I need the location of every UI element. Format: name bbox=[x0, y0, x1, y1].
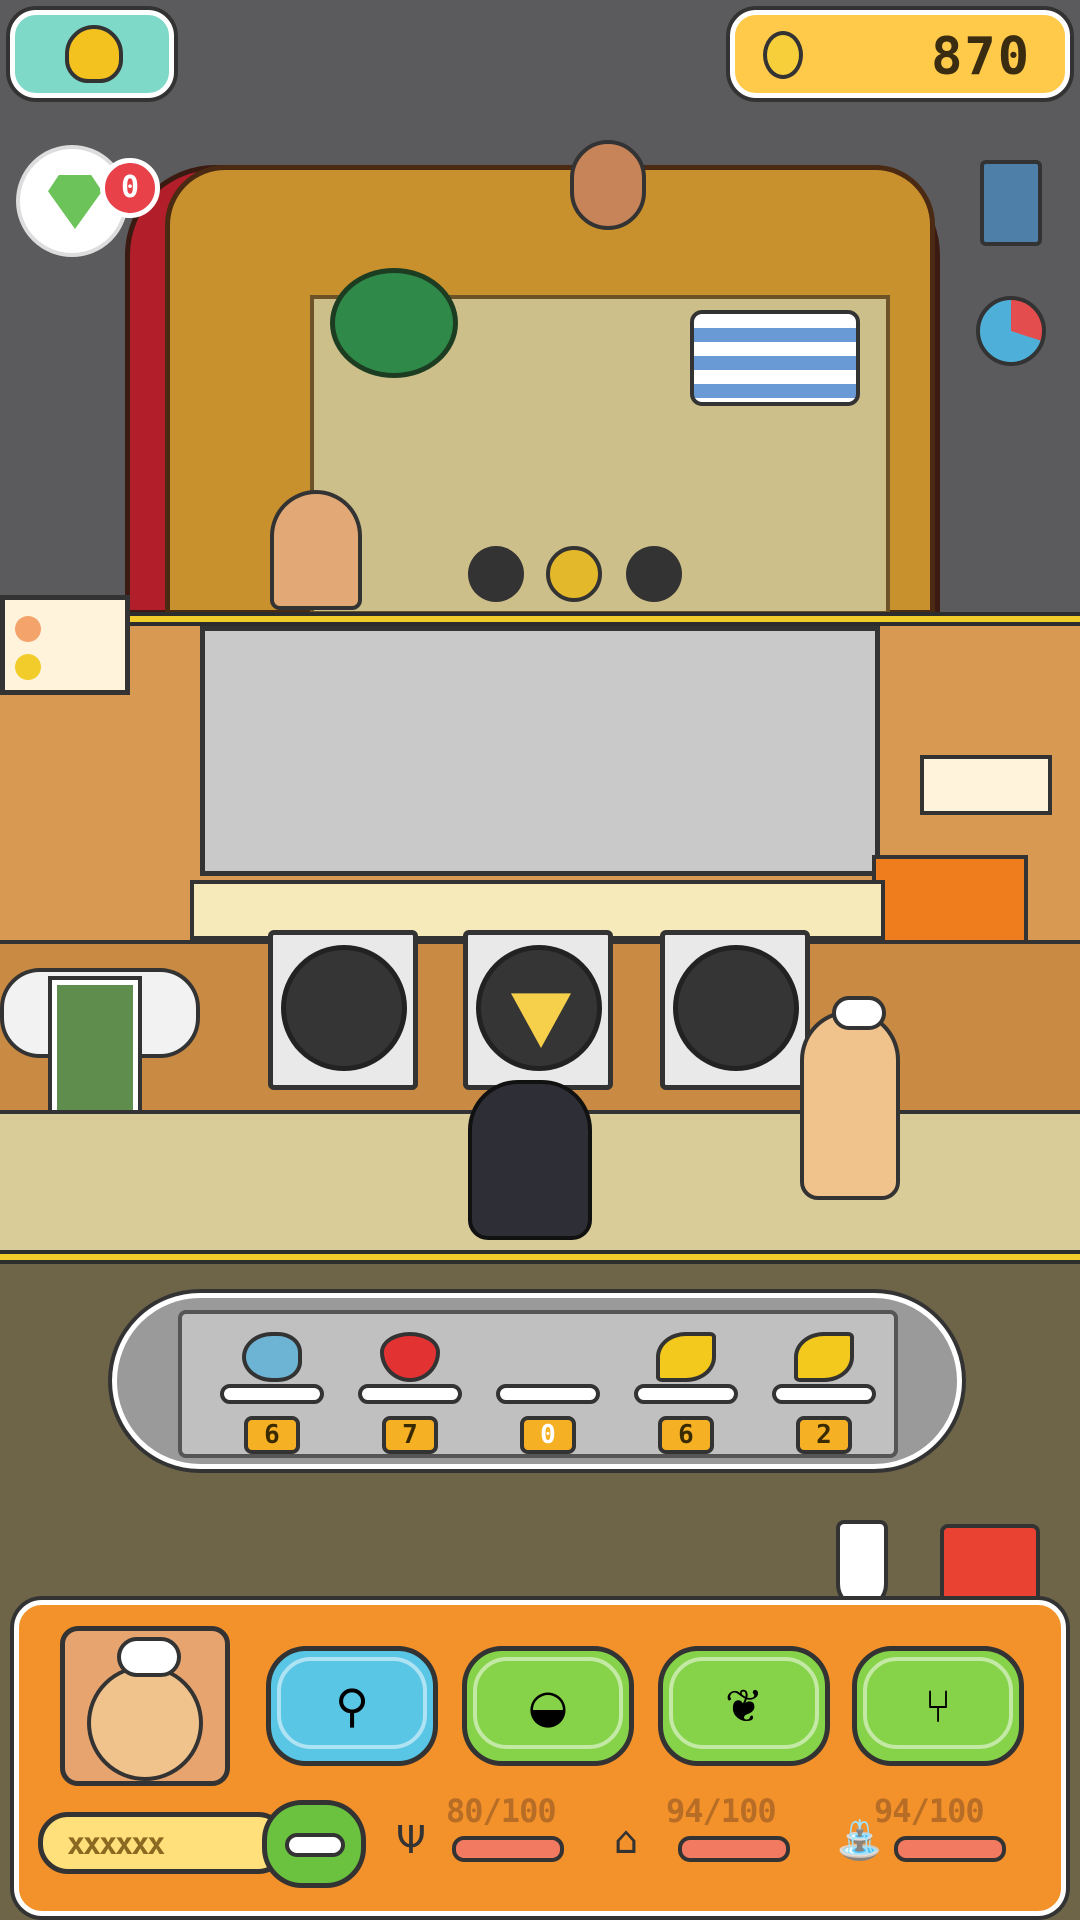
shovel-icon[interactable] bbox=[836, 1520, 888, 1610]
energy-value: 94/100 bbox=[666, 1792, 777, 1830]
hunger-icon: Ψ bbox=[396, 1818, 426, 1862]
whisk-button[interactable]: ⚲ bbox=[266, 1646, 438, 1766]
banana-icon bbox=[656, 1332, 716, 1382]
gold-sack-icon bbox=[65, 25, 123, 83]
menu-book-icon[interactable] bbox=[980, 160, 1042, 246]
hygiene-value: 94/100 bbox=[874, 1792, 985, 1830]
stove-2[interactable] bbox=[463, 930, 613, 1090]
chef-portrait[interactable] bbox=[60, 1626, 230, 1786]
utensils-button[interactable]: ⑂ bbox=[852, 1646, 1024, 1766]
pan bbox=[673, 945, 799, 1071]
ingredient-count: 2 bbox=[796, 1416, 852, 1454]
bone-button[interactable] bbox=[262, 1800, 366, 1888]
bone-icon bbox=[285, 1833, 345, 1857]
strawberry-icon bbox=[380, 1332, 440, 1382]
xp-bar: xxxxxx bbox=[38, 1812, 288, 1874]
ingredient-count: 6 bbox=[658, 1416, 714, 1454]
ingredient-count: 6 bbox=[244, 1416, 300, 1454]
stove-3[interactable] bbox=[660, 930, 810, 1090]
chef-hat-icon bbox=[117, 1637, 181, 1677]
fruit-button[interactable]: ❦ bbox=[658, 1646, 830, 1766]
towel bbox=[690, 310, 860, 406]
divider-stripe bbox=[0, 1250, 1080, 1264]
chef-hat-icon bbox=[832, 996, 886, 1030]
crepe-icon bbox=[511, 993, 571, 1048]
recipe-sign[interactable] bbox=[0, 595, 130, 695]
bucket bbox=[330, 268, 458, 378]
fruit-icon: ❦ bbox=[724, 1679, 764, 1733]
chef-face bbox=[87, 1665, 203, 1781]
knife-holder bbox=[920, 755, 1052, 815]
whisk-icon: ⚲ bbox=[335, 1679, 369, 1733]
stove-1[interactable] bbox=[268, 930, 418, 1090]
gem-icon bbox=[48, 175, 102, 229]
utensil-rack bbox=[0, 805, 135, 905]
hunger-value: 80/100 bbox=[446, 1792, 557, 1830]
ingredient-count: 0 bbox=[520, 1416, 576, 1454]
ingredient-slot[interactable]: 6 bbox=[220, 1322, 324, 1454]
banana-icon bbox=[794, 1332, 854, 1382]
xp-text: xxxxxx bbox=[67, 1827, 165, 1862]
ingredient-slot[interactable]: 0 bbox=[496, 1322, 600, 1454]
toolbox-icon[interactable] bbox=[940, 1524, 1040, 1606]
truck-burner bbox=[626, 546, 682, 602]
gold-sack-button[interactable] bbox=[10, 10, 174, 98]
recipe-icon bbox=[15, 616, 41, 642]
pan bbox=[476, 945, 602, 1071]
ingredient-count: 7 bbox=[382, 1416, 438, 1454]
notification-badge: 0 bbox=[100, 158, 160, 218]
customer bbox=[570, 140, 646, 230]
customer bbox=[270, 490, 362, 610]
energy-bar bbox=[678, 1836, 790, 1862]
coin-value: 870 bbox=[931, 27, 1031, 87]
recipe-icon bbox=[15, 654, 41, 680]
truck-burner bbox=[546, 546, 602, 602]
customer-dog bbox=[468, 1080, 592, 1240]
chef-dog[interactable] bbox=[800, 1010, 900, 1200]
coin-counter: 870 bbox=[730, 10, 1070, 98]
ingredient-slot[interactable]: 7 bbox=[358, 1322, 462, 1454]
pie-chart-icon[interactable] bbox=[976, 296, 1046, 366]
plate bbox=[358, 1384, 462, 1404]
pan bbox=[281, 945, 407, 1071]
fish-icon bbox=[242, 1332, 302, 1382]
ingredient-slot[interactable]: 6 bbox=[634, 1322, 738, 1454]
ingredient-slot[interactable]: 2 bbox=[772, 1322, 876, 1454]
crepe-icon: ◒ bbox=[527, 1679, 569, 1733]
bed-icon: ⌂ bbox=[614, 1818, 639, 1862]
plate bbox=[496, 1384, 600, 1404]
utensils-icon: ⑂ bbox=[924, 1679, 952, 1733]
hygiene-bar bbox=[894, 1836, 1006, 1862]
plate bbox=[220, 1384, 324, 1404]
crepe-button[interactable]: ◒ bbox=[462, 1646, 634, 1766]
truck-burner bbox=[468, 546, 524, 602]
plate bbox=[634, 1384, 738, 1404]
divider-stripe bbox=[0, 612, 1080, 626]
window-view bbox=[200, 626, 880, 876]
hunger-bar bbox=[452, 1836, 564, 1862]
coin-icon bbox=[763, 31, 803, 79]
plate bbox=[772, 1384, 876, 1404]
